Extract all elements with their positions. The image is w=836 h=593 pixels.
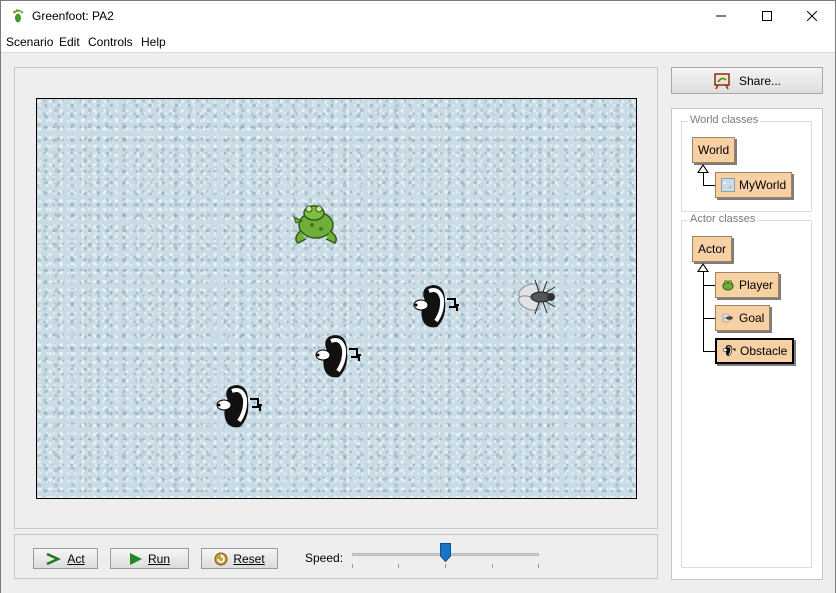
speed-slider-thumb[interactable] bbox=[440, 543, 451, 562]
speed-label: Speed: bbox=[305, 551, 344, 565]
world-classes-title: World classes bbox=[688, 114, 761, 126]
speed-slider[interactable] bbox=[352, 543, 539, 571]
class-goal-label: Goal bbox=[739, 311, 765, 325]
menu-help-label: Help bbox=[141, 35, 166, 49]
inheritance-line bbox=[703, 351, 715, 352]
class-player-label: Player bbox=[739, 278, 774, 292]
fly-icon[interactable] bbox=[515, 275, 561, 319]
inheritance-line bbox=[703, 318, 715, 319]
slider-tick bbox=[398, 564, 399, 568]
inheritance-line bbox=[703, 185, 715, 186]
menu-bar: Scenario Edit Controls Help bbox=[1, 32, 835, 52]
class-browser: World classes World MyWorld Actor classe… bbox=[671, 108, 823, 580]
act-button-label: Act bbox=[67, 551, 85, 566]
class-goal[interactable]: Goal bbox=[715, 305, 771, 331]
menu-edit[interactable]: Edit bbox=[59, 35, 80, 49]
share-button[interactable]: Share... bbox=[671, 67, 823, 94]
slider-tick bbox=[538, 564, 539, 568]
class-actor-label: Actor bbox=[698, 242, 727, 256]
maximize-button[interactable] bbox=[744, 1, 790, 31]
reset-button[interactable]: Reset bbox=[201, 548, 278, 569]
minimize-icon bbox=[716, 15, 726, 17]
run-button[interactable]: Run bbox=[110, 548, 189, 569]
inheritance-arrow bbox=[697, 263, 709, 272]
frog-icon bbox=[722, 280, 734, 291]
skunk-icon[interactable] bbox=[212, 381, 268, 433]
class-world-label: World bbox=[698, 143, 730, 157]
reset-button-label: Reset bbox=[233, 551, 265, 566]
share-easel-icon bbox=[714, 72, 730, 89]
class-obstacle-label: Obstacle bbox=[740, 344, 788, 358]
slider-tick bbox=[492, 564, 493, 568]
inheritance-line bbox=[703, 285, 715, 286]
inheritance-line bbox=[703, 272, 704, 351]
fly-icon bbox=[722, 313, 733, 323]
act-button[interactable]: Act bbox=[33, 548, 98, 569]
slider-tick bbox=[352, 564, 353, 568]
menu-help[interactable]: Help bbox=[141, 35, 166, 49]
menu-scenario[interactable]: Scenario bbox=[6, 35, 53, 49]
actor-classes-title: Actor classes bbox=[688, 213, 758, 225]
menu-controls-label: Controls bbox=[88, 35, 133, 49]
reset-icon bbox=[214, 552, 228, 565]
main-content: Act Run Reset Speed: Share... World clas… bbox=[1, 52, 835, 593]
myworld-image-icon bbox=[721, 178, 735, 192]
class-world[interactable]: World bbox=[692, 137, 736, 163]
frog-icon[interactable] bbox=[290, 199, 342, 247]
minimize-button[interactable] bbox=[698, 1, 744, 31]
class-myworld-label: MyWorld bbox=[739, 178, 787, 192]
class-player[interactable]: Player bbox=[715, 272, 780, 298]
skunk-icon bbox=[722, 345, 736, 356]
control-panel: Act Run Reset Speed: bbox=[14, 534, 658, 579]
world-panel bbox=[14, 67, 658, 529]
skunk-icon[interactable] bbox=[311, 331, 367, 383]
menu-scenario-label: Scenario bbox=[6, 35, 54, 49]
class-obstacle[interactable]: Obstacle bbox=[715, 338, 795, 364]
class-actor[interactable]: Actor bbox=[692, 236, 733, 262]
slider-tick bbox=[445, 564, 446, 568]
menu-edit-label: Edit bbox=[59, 35, 80, 49]
window-title: Greenfoot: PA2 bbox=[32, 9, 114, 23]
world-canvas[interactable] bbox=[36, 98, 637, 499]
menu-controls[interactable]: Controls bbox=[88, 35, 133, 49]
greenfoot-window: Greenfoot: PA2 Scenario Edit Controls He… bbox=[0, 0, 836, 593]
maximize-icon bbox=[762, 11, 772, 21]
run-play-icon bbox=[129, 552, 142, 565]
act-step-icon bbox=[46, 552, 62, 565]
skunk-icon[interactable] bbox=[409, 281, 465, 333]
greenfoot-footprint-icon bbox=[13, 9, 23, 23]
close-icon bbox=[807, 11, 817, 21]
run-button-label: Run bbox=[147, 551, 170, 566]
share-button-label: Share... bbox=[738, 73, 782, 88]
class-myworld[interactable]: MyWorld bbox=[715, 172, 793, 198]
close-button[interactable] bbox=[789, 1, 835, 31]
title-bar: Greenfoot: PA2 bbox=[1, 1, 835, 31]
right-pane: Share... World classes World MyWorld Act… bbox=[671, 67, 824, 580]
inheritance-arrow bbox=[697, 164, 709, 173]
